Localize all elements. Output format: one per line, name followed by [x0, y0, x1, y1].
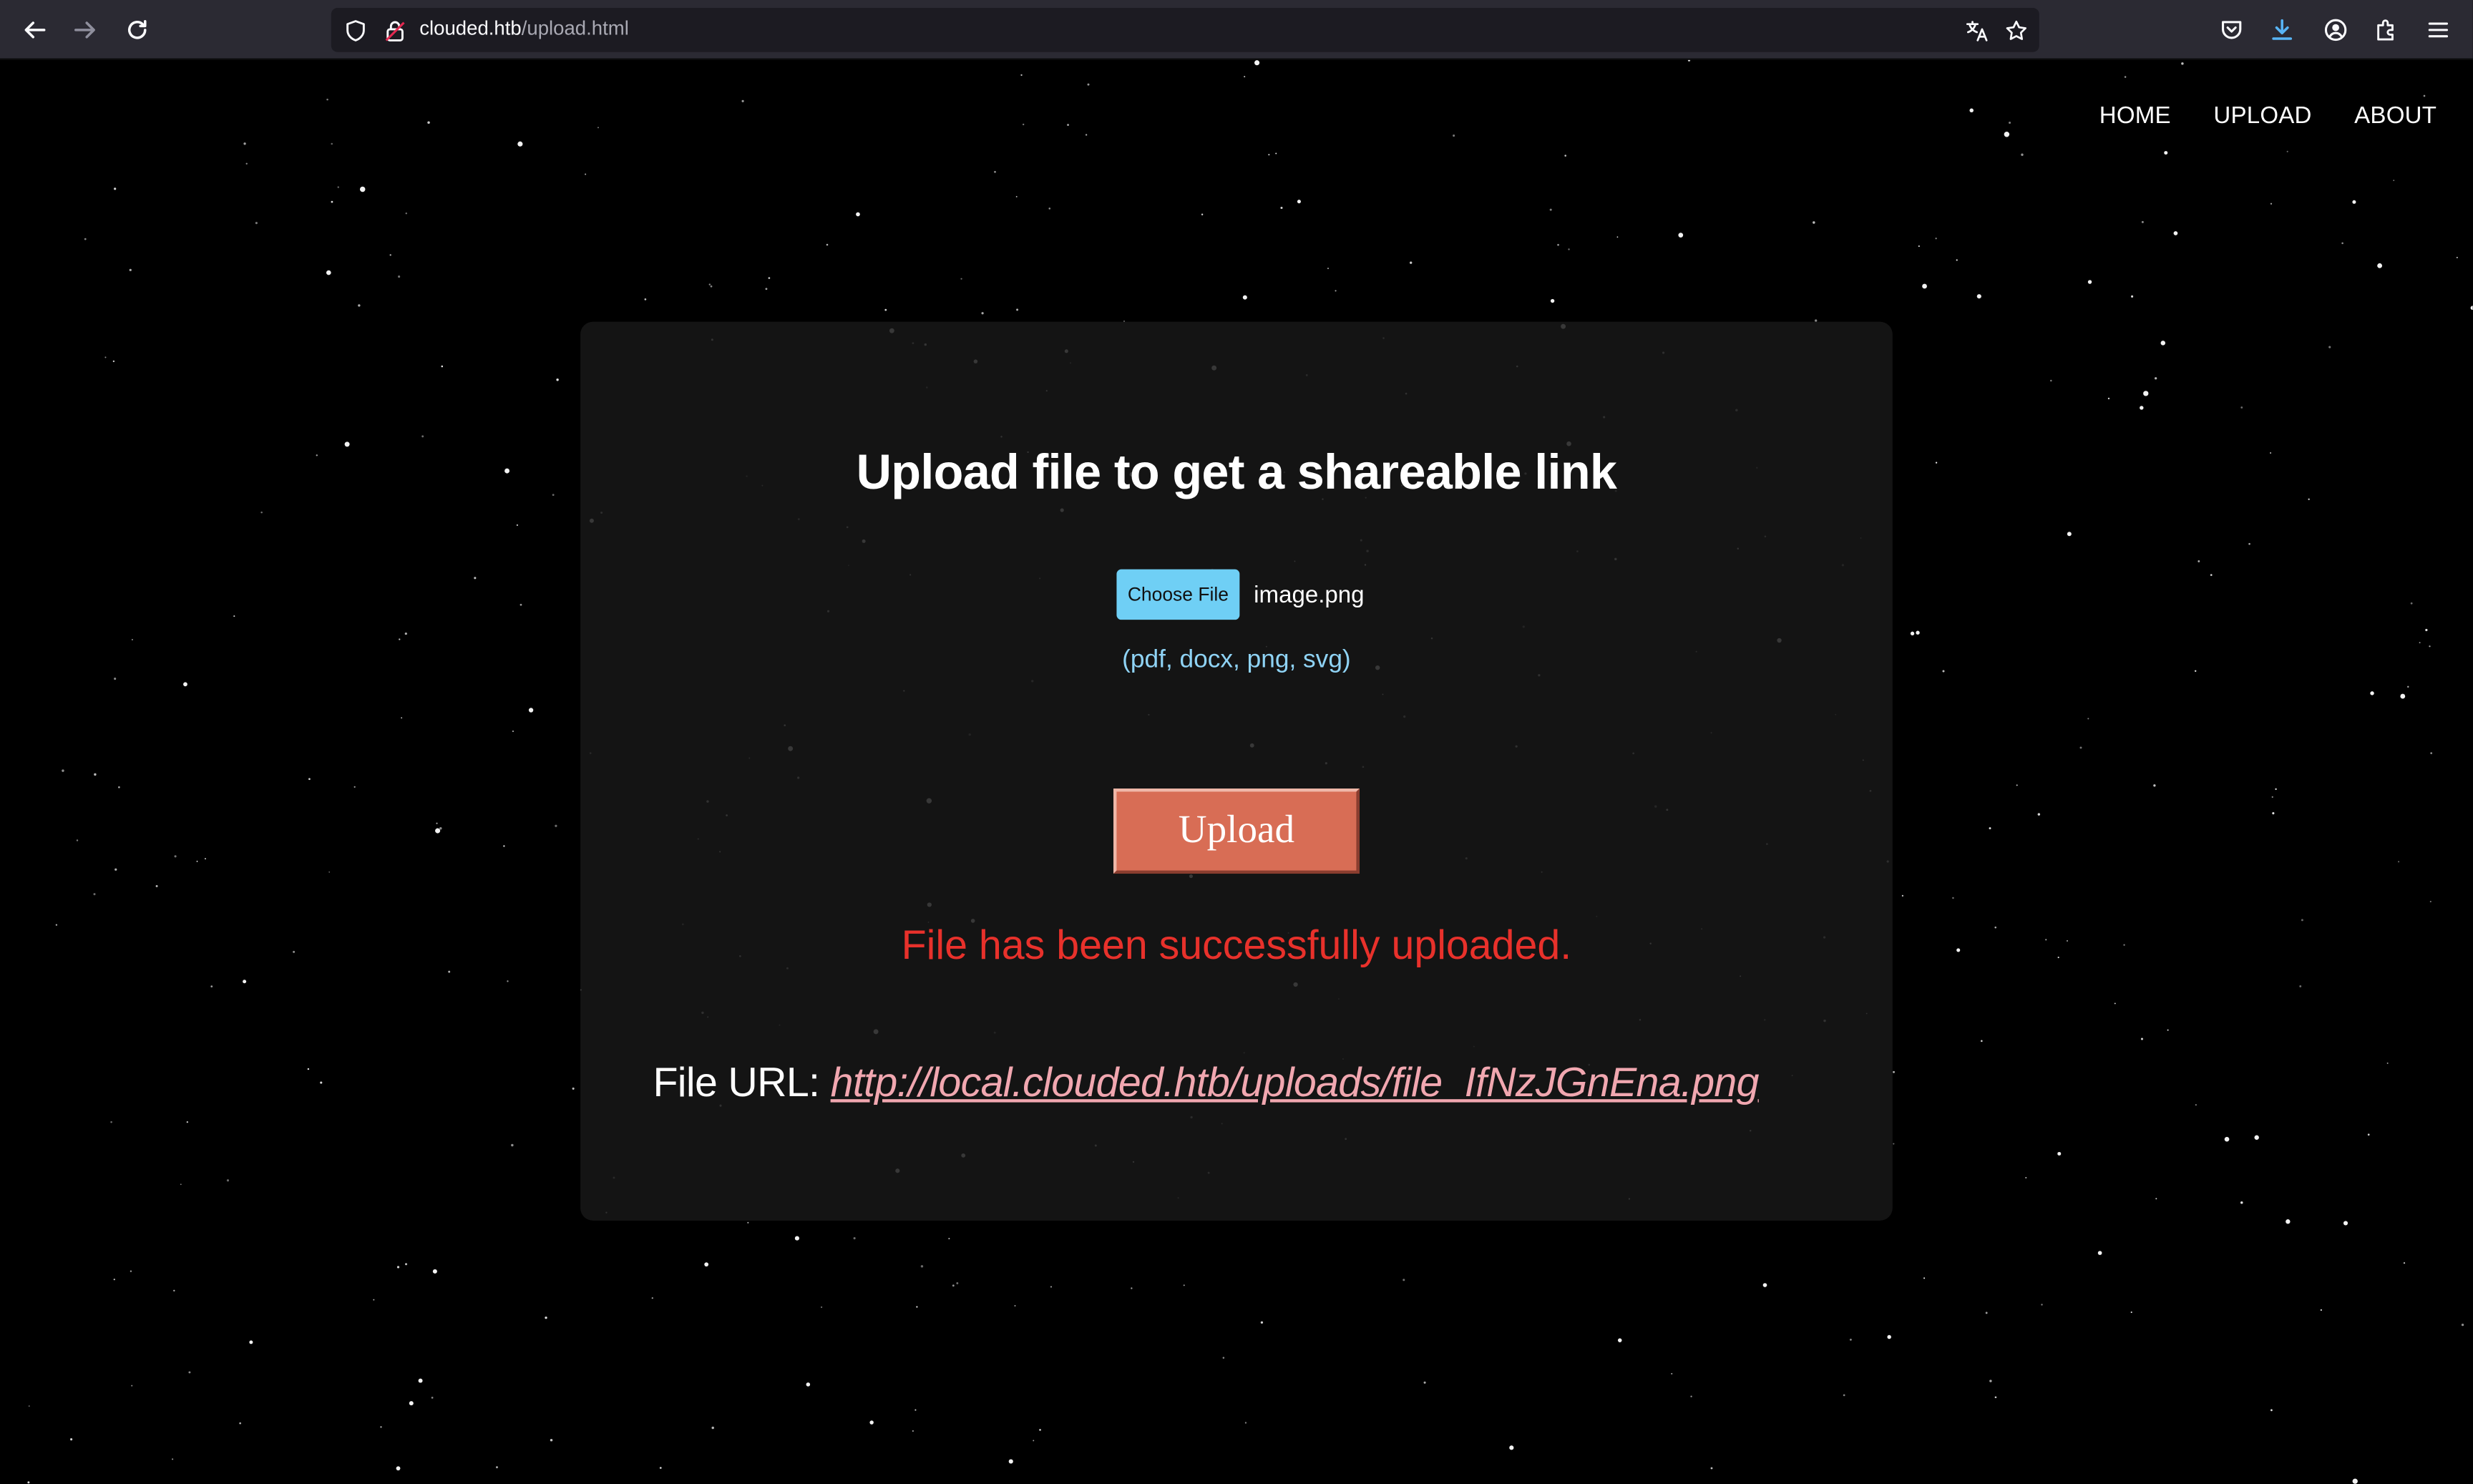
allowed-file-types: (pdf, docx, png, svg)	[1122, 646, 1351, 674]
nav-upload[interactable]: UPLOAD	[2213, 102, 2311, 129]
nav-about[interactable]: ABOUT	[2354, 102, 2437, 129]
pocket-icon[interactable]	[2214, 13, 2248, 47]
reload-icon[interactable]	[120, 13, 155, 47]
upload-button[interactable]: Upload	[1113, 789, 1360, 874]
page-title: Upload file to get a shareable link	[856, 444, 1617, 500]
url-host: clouded.htb	[419, 17, 522, 40]
top-nav: HOME UPLOAD ABOUT	[2099, 102, 2437, 129]
file-url-label: File URL:	[653, 1058, 820, 1106]
choose-file-button[interactable]: Choose File	[1116, 569, 1240, 620]
star-icon[interactable]	[2003, 17, 2028, 42]
lock-icon[interactable]	[381, 17, 406, 42]
translate-icon[interactable]	[1964, 17, 1989, 42]
upload-card: Upload file to get a shareable link Choo…	[580, 321, 1893, 1221]
forward-icon[interactable]	[68, 13, 102, 47]
nav-home[interactable]: HOME	[2099, 102, 2171, 129]
url-path: /upload.html	[521, 17, 629, 40]
account-icon[interactable]	[2318, 13, 2353, 47]
url-text: clouded.htb/upload.html	[419, 17, 629, 39]
url-bar[interactable]: clouded.htb/upload.html	[331, 8, 2039, 52]
menu-icon[interactable]	[2421, 13, 2455, 47]
file-input[interactable]: Choose File image.png	[1116, 569, 1365, 620]
page: HOME UPLOAD ABOUT Upload file to get a s…	[0, 59, 2473, 1484]
extensions-icon[interactable]	[2369, 13, 2403, 47]
shield-icon[interactable]	[342, 17, 367, 42]
back-icon[interactable]	[17, 13, 52, 47]
selected-file-name: image.png	[1254, 581, 1365, 608]
download-icon[interactable]	[2265, 13, 2299, 47]
upload-status-message: File has been successfully uploaded.	[901, 921, 1572, 969]
file-url-row: File URL: http://local.clouded.htb/uploa…	[653, 1058, 1760, 1107]
file-url-link[interactable]: http://local.clouded.htb/uploads/file_If…	[831, 1058, 1760, 1105]
browser-toolbar: clouded.htb/upload.html	[0, 0, 2473, 60]
